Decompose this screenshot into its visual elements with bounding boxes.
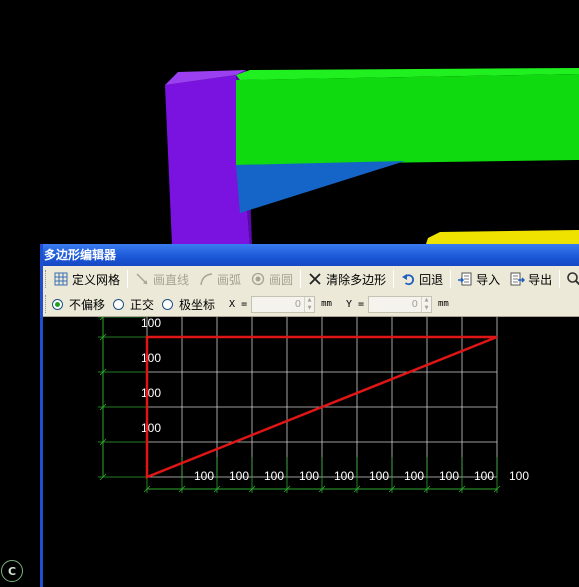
toolbar-separator xyxy=(559,270,561,288)
x-label: X = xyxy=(229,298,248,310)
line-icon xyxy=(134,271,150,287)
magnifier-icon xyxy=(566,271,579,287)
radio-indicator[interactable] xyxy=(162,298,174,310)
toolbar-separator xyxy=(450,270,452,288)
toolbar-separator xyxy=(393,270,395,288)
radio-indicator[interactable] xyxy=(113,298,125,310)
x-unit: mm xyxy=(321,299,332,309)
spin-up-icon[interactable]: ▲ xyxy=(305,297,314,304)
undo-icon xyxy=(400,271,416,287)
toolbar-grip[interactable] xyxy=(45,270,46,288)
spin-up-icon[interactable]: ▲ xyxy=(422,297,431,304)
export-button[interactable]: 导出 xyxy=(505,268,557,290)
x-spinner[interactable]: ▲ ▼ xyxy=(304,296,314,312)
define-grid-button[interactable]: 定义网格 xyxy=(49,268,125,290)
import-icon xyxy=(457,271,473,287)
green-beam xyxy=(236,74,579,165)
export-icon xyxy=(509,271,526,287)
grid-lines xyxy=(146,317,498,478)
yellow-beam xyxy=(426,230,579,244)
options-grip[interactable] xyxy=(45,295,49,313)
draw-arc-button[interactable]: 画弧 xyxy=(194,268,246,290)
zoom-button[interactable] xyxy=(562,268,579,290)
y-spinner[interactable]: ▲ ▼ xyxy=(421,296,431,312)
radio-orthogonal[interactable]: 正交 xyxy=(113,296,154,313)
column-dimension-labels: 100 100 100 100 100 100 100 100 100 100 xyxy=(194,469,529,483)
draw-circle-button[interactable]: 画圆 xyxy=(246,268,298,290)
axis-badge: C xyxy=(1,560,23,582)
col-dimension-label: 100 xyxy=(229,469,249,483)
toolbar-separator xyxy=(127,270,129,288)
toolbar: 定义网格 画直线 画弧 画圆 清除多边形 回退 导入 导出 xyxy=(43,266,579,293)
col-dimension-label: 100 xyxy=(334,469,354,483)
row-dimension-label: 100 xyxy=(141,386,161,400)
polygon-canvas[interactable]: 100 100 100 100 100 100 100 100 100 100 … xyxy=(43,317,579,587)
draw-line-button[interactable]: 画直线 xyxy=(130,268,194,290)
dialog-title[interactable]: 多边形编辑器 xyxy=(40,244,579,266)
circle-icon xyxy=(250,271,266,287)
row-dimension-label: 100 xyxy=(141,351,161,365)
row-dimension-labels: 100 100 100 100 xyxy=(141,317,161,435)
x-input[interactable]: 0 ▲ ▼ xyxy=(251,295,316,313)
spin-down-icon[interactable]: ▼ xyxy=(305,305,314,312)
options-bar: 不偏移 正交 极坐标 X = 0 ▲ ▼ mm Y = 0 ▲ ▼ mm xyxy=(43,292,579,317)
col-dimension-label: 100 xyxy=(474,469,494,483)
y-label: Y = xyxy=(345,298,365,310)
row-dimension-label: 100 xyxy=(141,421,161,435)
spin-down-icon[interactable]: ▼ xyxy=(422,305,431,312)
grid-icon xyxy=(53,271,69,287)
col-dimension-label: 100 xyxy=(194,469,214,483)
toolbar-separator xyxy=(300,270,302,288)
col-dimension-label: 100 xyxy=(439,469,459,483)
x-value: 0 xyxy=(294,298,302,310)
polygon-editor-dialog: 多边形编辑器 定义网格 画直线 画弧 画圆 清除多边形 回退 导入 导出 不偏移… xyxy=(40,244,579,587)
import-button[interactable]: 导入 xyxy=(453,268,505,290)
radio-indicator[interactable] xyxy=(52,298,63,310)
col-dimension-label: 100 xyxy=(509,469,529,483)
row-dimension-label: 100 xyxy=(141,317,161,330)
radio-no-offset[interactable]: 不偏移 xyxy=(52,296,105,313)
col-dimension-label: 100 xyxy=(299,469,319,483)
col-dimension-label: 100 xyxy=(404,469,424,483)
y-value: 0 xyxy=(411,298,419,310)
undo-button[interactable]: 回退 xyxy=(396,268,448,290)
y-input[interactable]: 0 ▲ ▼ xyxy=(368,295,433,313)
radio-polar[interactable]: 极坐标 xyxy=(162,296,215,313)
blue-beam-underside xyxy=(236,161,405,213)
col-dimension-label: 100 xyxy=(369,469,389,483)
clear-polygon-button[interactable]: 清除多边形 xyxy=(303,268,391,290)
clear-icon xyxy=(307,271,323,287)
dimension-lines xyxy=(98,317,501,493)
arc-icon xyxy=(198,271,214,287)
col-dimension-label: 100 xyxy=(264,469,284,483)
y-unit: mm xyxy=(438,299,449,309)
dialog-left-border xyxy=(40,244,43,587)
